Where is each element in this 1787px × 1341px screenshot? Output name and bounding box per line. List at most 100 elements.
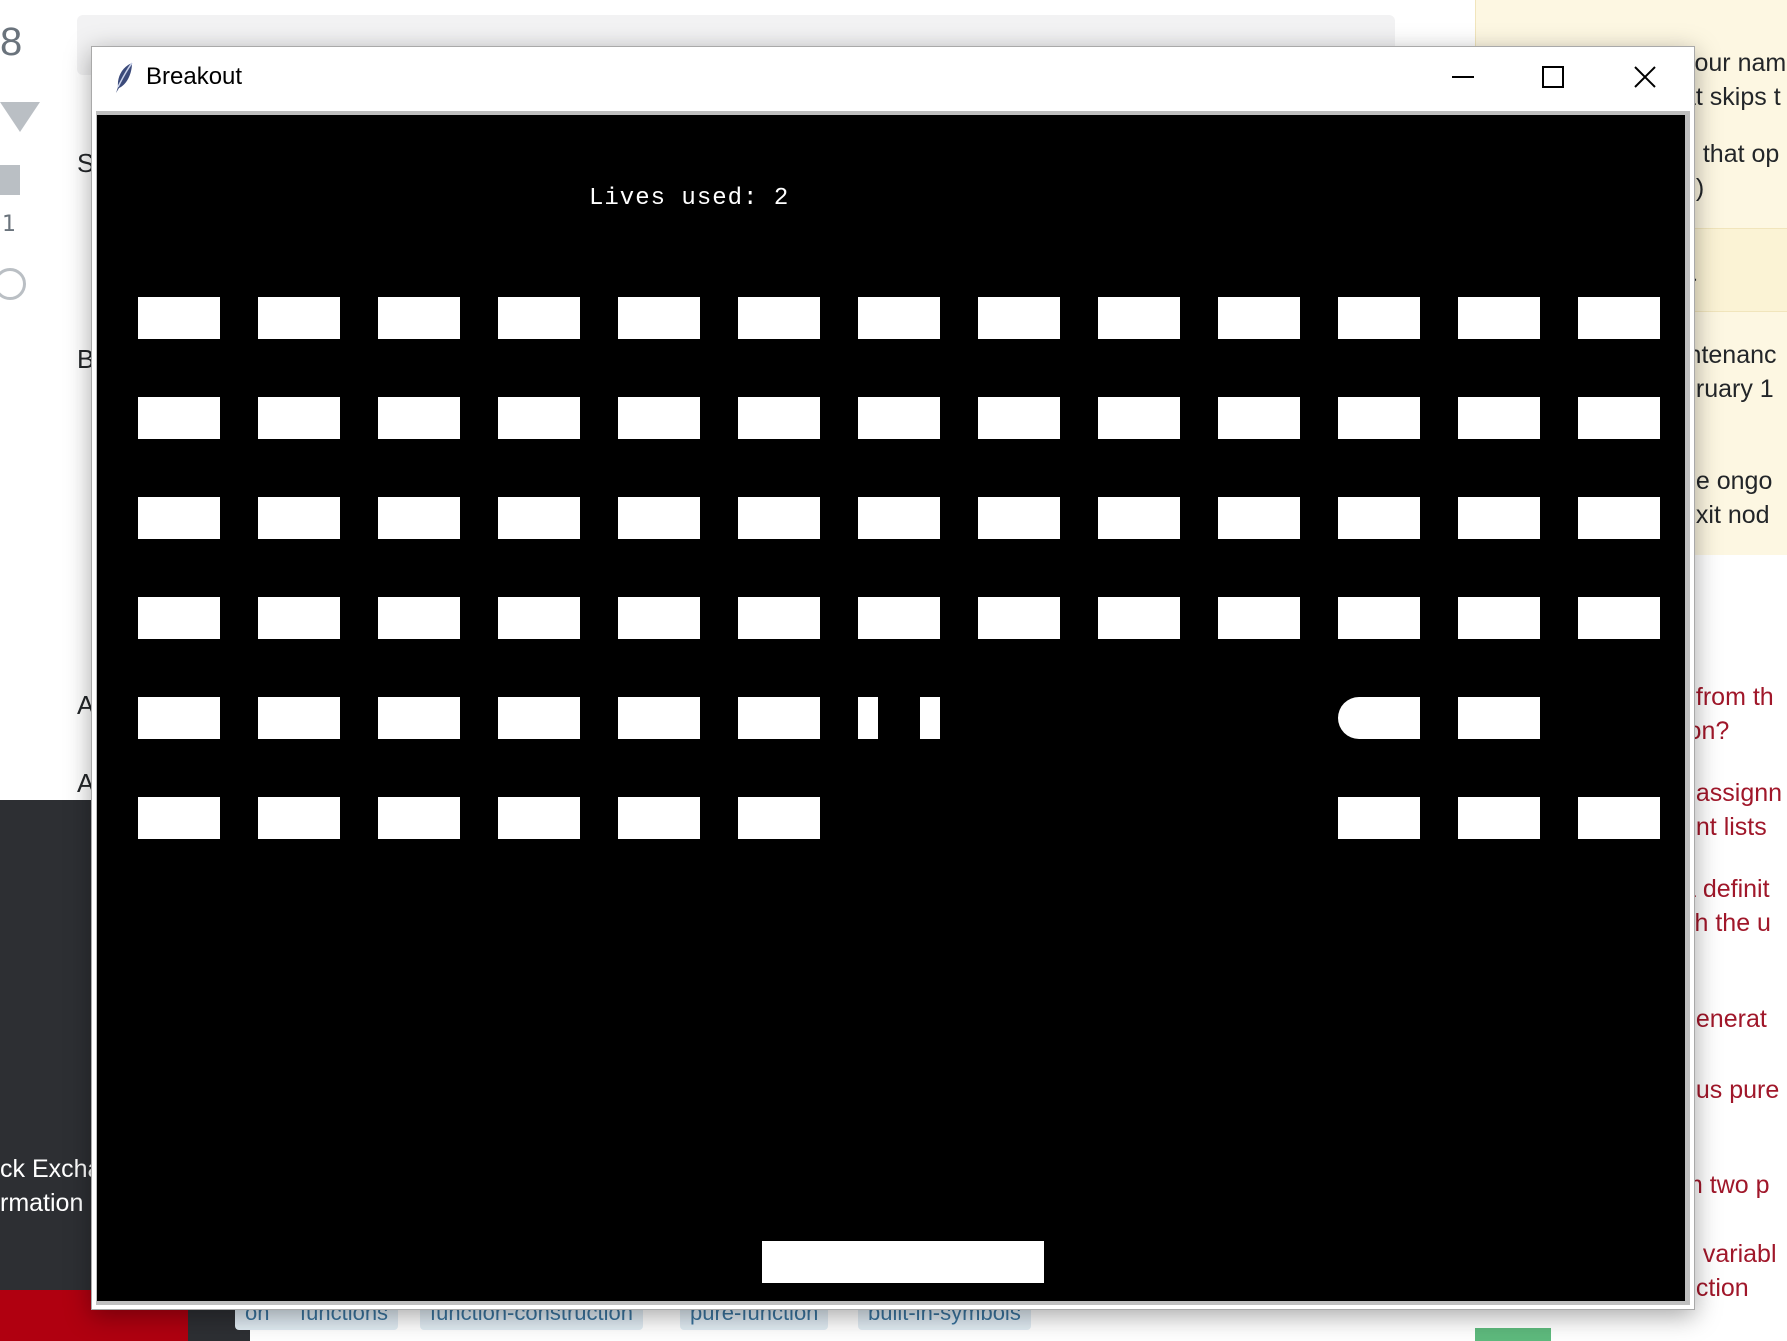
title-bar[interactable]: Breakout — [92, 47, 1694, 109]
bookmark-icon[interactable] — [0, 165, 20, 195]
sidebar-text: exit nod — [1682, 501, 1770, 529]
brick — [498, 797, 580, 839]
brick — [1458, 797, 1540, 839]
brick — [138, 697, 220, 739]
close-icon — [1634, 66, 1656, 88]
brick — [738, 597, 820, 639]
brick — [258, 797, 340, 839]
brick — [858, 397, 940, 439]
brick — [1338, 297, 1420, 339]
brick — [258, 397, 340, 439]
brick — [1338, 497, 1420, 539]
maximize-button[interactable] — [1508, 47, 1598, 107]
brick — [1578, 797, 1660, 839]
breakout-window: Breakout Lives used: 2 — [91, 46, 1695, 1310]
sidebar-text: at skips t — [1682, 83, 1781, 111]
brick — [378, 397, 460, 439]
sidebar-link[interactable]: t from th — [1682, 680, 1774, 714]
brick — [618, 497, 700, 539]
brick — [258, 497, 340, 539]
brick — [978, 597, 1060, 639]
feather-icon — [116, 62, 133, 93]
brick — [738, 497, 820, 539]
sidebar-text: intenanc — [1682, 341, 1777, 369]
brick — [738, 397, 820, 439]
sidebar-text: your nam — [1682, 49, 1787, 77]
sidebar-text: bruary 1 — [1682, 375, 1774, 403]
sidebar-link[interactable]: t assignn — [1682, 776, 1782, 810]
brick-fragment — [858, 697, 878, 739]
sidebar-green-button[interactable] — [1475, 1328, 1551, 1341]
brick — [1218, 497, 1300, 539]
brick — [1338, 397, 1420, 439]
sidebar-text: he ongo — [1682, 467, 1773, 495]
brick — [138, 797, 220, 839]
brick — [1218, 297, 1300, 339]
brick — [858, 597, 940, 639]
brick — [618, 697, 700, 739]
close-button[interactable] — [1600, 47, 1690, 107]
brick — [1098, 297, 1180, 339]
footer-text: ck Excha — [0, 1155, 102, 1183]
brick — [738, 697, 820, 739]
minimize-icon — [1452, 76, 1474, 78]
sidebar-link[interactable]: ith the u — [1682, 906, 1771, 940]
brick — [618, 797, 700, 839]
bookmark-count: 1 — [2, 212, 16, 237]
brick — [258, 297, 340, 339]
brick — [258, 697, 340, 739]
game-canvas[interactable]: Lives used: 2 — [97, 115, 1685, 1301]
minimize-button[interactable] — [1418, 47, 1508, 107]
brick — [138, 397, 220, 439]
window-title: Breakout — [146, 63, 243, 90]
brick — [378, 297, 460, 339]
brick — [378, 597, 460, 639]
brick — [1218, 397, 1300, 439]
sidebar-link[interactable]: a definit — [1682, 872, 1770, 906]
brick — [1578, 497, 1660, 539]
footer-text: rmation — [0, 1189, 84, 1217]
paddle[interactable] — [762, 1241, 1044, 1283]
brick — [858, 497, 940, 539]
brick-damaged — [1338, 697, 1420, 739]
sidebar-text: n that op — [1682, 140, 1780, 168]
brick — [738, 797, 820, 839]
brick — [978, 297, 1060, 339]
sidebar-link[interactable]: m two p — [1682, 1168, 1770, 1202]
brick — [378, 497, 460, 539]
brick — [618, 597, 700, 639]
brick — [1098, 397, 1180, 439]
brick — [1458, 597, 1540, 639]
vote-count: 8 — [0, 20, 23, 64]
brick — [978, 397, 1060, 439]
brick — [1098, 597, 1180, 639]
brick — [498, 397, 580, 439]
brick — [1578, 397, 1660, 439]
brick — [1578, 297, 1660, 339]
brick — [498, 497, 580, 539]
brick — [1458, 397, 1540, 439]
brick — [1458, 697, 1540, 739]
brick — [378, 697, 460, 739]
brick — [258, 597, 340, 639]
brick — [618, 397, 700, 439]
brick — [978, 497, 1060, 539]
brick — [858, 297, 940, 339]
brick — [498, 297, 580, 339]
brick — [138, 597, 220, 639]
lives-counter: Lives used: 2 — [589, 185, 790, 212]
brick — [1338, 597, 1420, 639]
brick — [1098, 497, 1180, 539]
brick — [738, 297, 820, 339]
sidebar-link[interactable]: 1 variabl — [1682, 1237, 1777, 1271]
brick-fragment — [920, 697, 940, 739]
sidebar-link[interactable]: ous pure — [1682, 1073, 1779, 1107]
brick — [498, 697, 580, 739]
downvote-icon[interactable] — [0, 102, 40, 132]
brick — [1578, 597, 1660, 639]
brick — [138, 497, 220, 539]
maximize-icon — [1542, 66, 1564, 88]
brick — [618, 297, 700, 339]
brick — [378, 797, 460, 839]
brick — [1218, 597, 1300, 639]
